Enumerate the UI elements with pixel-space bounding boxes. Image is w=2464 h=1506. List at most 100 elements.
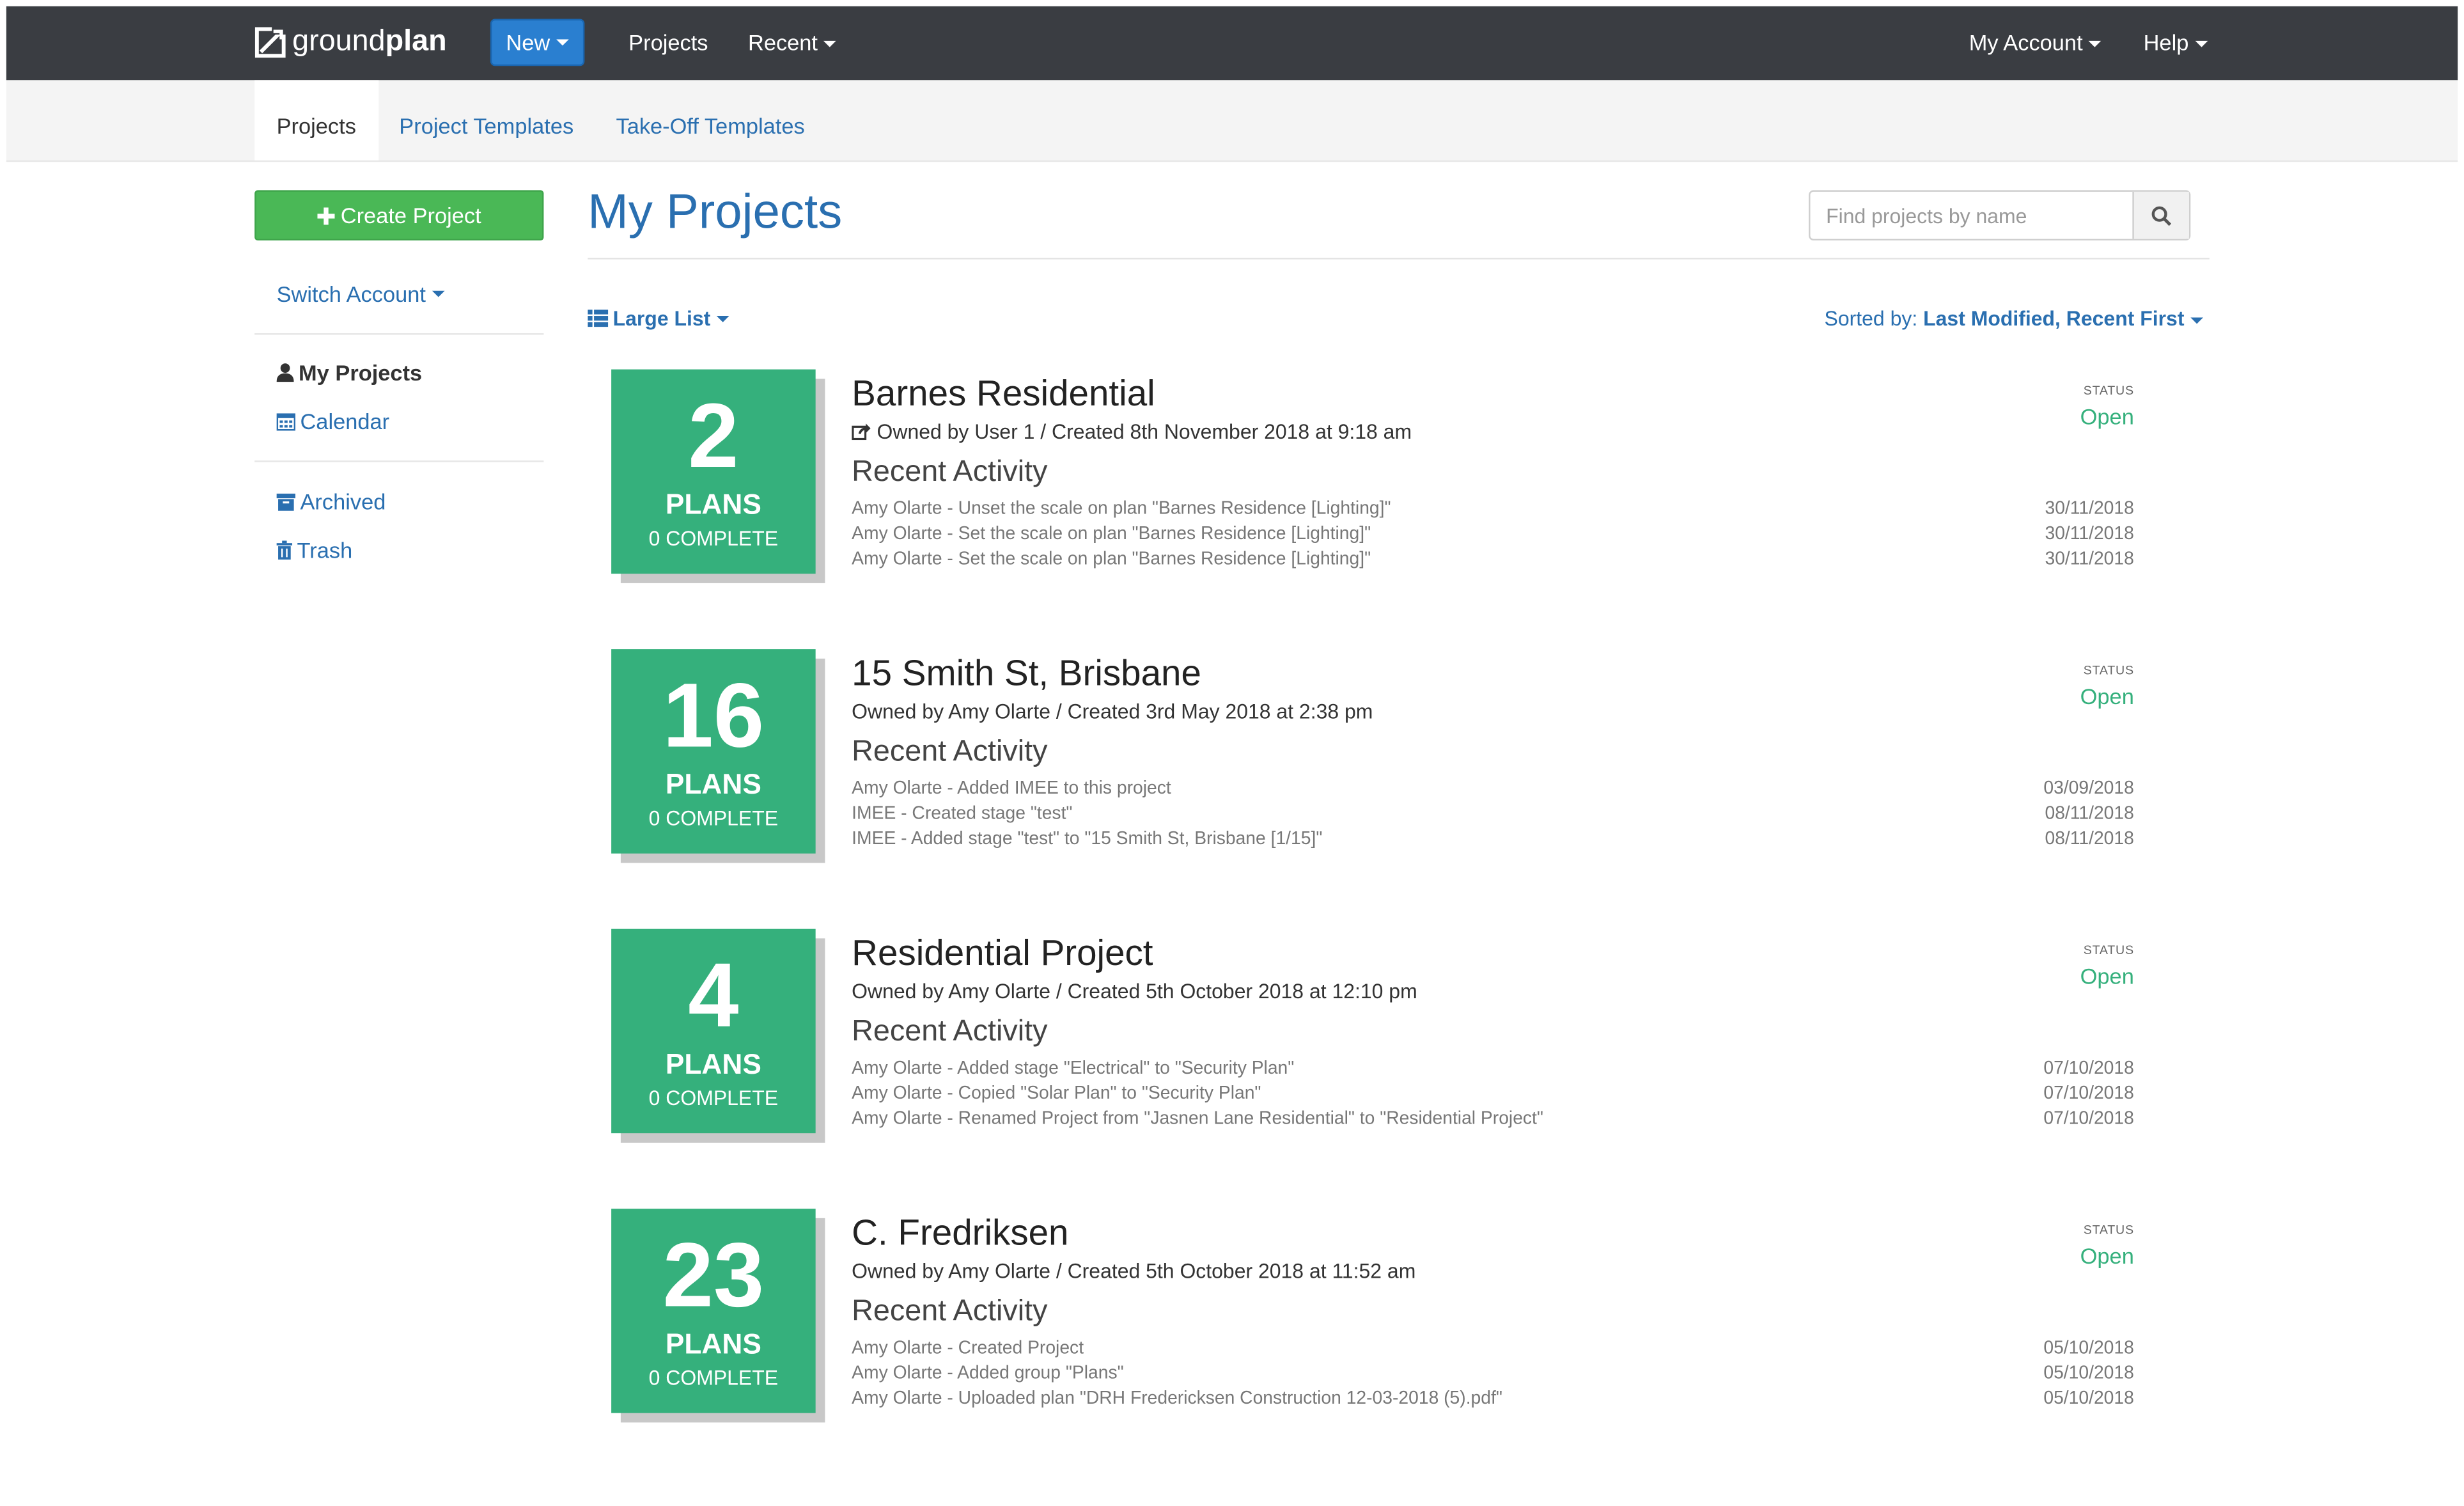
- sidebar-item-archived[interactable]: Archived: [276, 489, 386, 514]
- sort-dropdown[interactable]: Sorted by: Last Modified, Recent First: [1825, 306, 2203, 330]
- top-navbar: ground plan New Projects Recent My Accoun…: [6, 6, 2458, 81]
- activity-item: Amy Olarte - Set the scale on plan "Barn…: [852, 524, 1371, 544]
- nav-recent-dropdown[interactable]: Recent: [748, 30, 837, 55]
- brand-name-light: ground: [292, 25, 386, 58]
- project-owner: Owned by Amy Olarte / Created 5th Octobe…: [852, 1259, 1415, 1283]
- complete-count: 0 COMPLETE: [648, 806, 779, 830]
- plans-count: 4: [688, 945, 739, 1047]
- calendar-icon: [276, 413, 296, 431]
- tab-takeoff-templates[interactable]: Take-Off Templates: [616, 80, 804, 160]
- project-title[interactable]: C. Fredriksen: [852, 1212, 1068, 1254]
- list-icon: [588, 310, 609, 327]
- view-mode-label: Large List: [612, 306, 711, 331]
- activity-date: 05/10/2018: [2043, 1364, 2134, 1383]
- create-project-button[interactable]: Create Project: [254, 190, 544, 241]
- plans-count-tile[interactable]: 2 PLANS 0 COMPLETE: [611, 369, 816, 574]
- activity-date: 30/11/2018: [2045, 524, 2134, 544]
- project-owner-text: Owned by Amy Olarte / Created 3rd May 20…: [852, 699, 1373, 723]
- project-owner: Owned by Amy Olarte / Created 5th Octobe…: [852, 979, 1417, 1003]
- nav-projects-link[interactable]: Projects: [628, 30, 708, 55]
- activity-item: Amy Olarte - Renamed Project from "Jasne…: [852, 1110, 1543, 1129]
- project-owner-text: Owned by User 1 / Created 8th November 2…: [877, 420, 1412, 444]
- switch-account-label: Switch Account: [276, 281, 426, 307]
- new-button[interactable]: New: [490, 19, 585, 67]
- activity-date: 30/11/2018: [2045, 499, 2134, 519]
- plans-count-tile[interactable]: 4 PLANS 0 COMPLETE: [611, 929, 816, 1134]
- recent-activity-heading: Recent Activity: [852, 1015, 1048, 1049]
- activity-item: Amy Olarte - Copied "Solar Plan" to "Sec…: [852, 1084, 1261, 1104]
- project-title[interactable]: 15 Smith St, Brisbane: [852, 652, 1201, 694]
- activity-item: Amy Olarte - Uploaded plan "DRH Frederic…: [852, 1389, 1502, 1409]
- groundplan-logo-icon: [254, 26, 286, 58]
- view-mode-dropdown[interactable]: Large List: [588, 306, 729, 330]
- sidebar-item-calendar[interactable]: Calendar: [276, 409, 390, 434]
- activity-item: Amy Olarte - Added group "Plans": [852, 1364, 1124, 1383]
- sidebar-item-trash[interactable]: Trash: [276, 537, 353, 563]
- activity-date: 03/09/2018: [2043, 780, 2134, 799]
- plus-icon: [316, 207, 334, 224]
- project-title[interactable]: Residential Project: [852, 932, 1153, 975]
- plans-count-tile[interactable]: 16 PLANS 0 COMPLETE: [611, 649, 816, 854]
- complete-count: 0 COMPLETE: [648, 526, 779, 551]
- activity-item: Amy Olarte - Unset the scale on plan "Ba…: [852, 499, 1391, 519]
- plans-label: PLANS: [665, 1048, 761, 1080]
- caret-down-icon: [432, 290, 445, 297]
- archive-icon: [276, 492, 296, 510]
- search-input[interactable]: [1810, 191, 2133, 239]
- activity-date: 07/10/2018: [2043, 1084, 2134, 1104]
- switch-account-dropdown[interactable]: Switch Account: [277, 281, 445, 306]
- recent-activity-heading: Recent Activity: [852, 1295, 1048, 1328]
- tab-projects-label: Projects: [276, 113, 356, 139]
- nav-my-account-dropdown[interactable]: My Account: [1969, 29, 2102, 56]
- activity-item: Amy Olarte - Added IMEE to this project: [852, 780, 1171, 799]
- plans-label: PLANS: [665, 1328, 761, 1360]
- project-owner-text: Owned by Amy Olarte / Created 5th Octobe…: [852, 1259, 1416, 1283]
- project-owner: Owned by User 1 / Created 8th November 2…: [852, 420, 1412, 443]
- nav-help-dropdown[interactable]: Help: [2144, 30, 2208, 55]
- plans-count: 16: [662, 664, 765, 767]
- plans-count: 23: [662, 1224, 765, 1327]
- activity-item: Amy Olarte - Set the scale on plan "Barn…: [852, 550, 1371, 569]
- new-button-label: New: [506, 29, 550, 56]
- caret-down-icon: [2190, 317, 2203, 324]
- nav-my-account-label: My Account: [1969, 29, 2083, 56]
- tab-project-templates[interactable]: Project Templates: [399, 80, 573, 160]
- share-icon: [852, 423, 871, 441]
- sub-navbar: Projects Project Templates Take-Off Temp…: [6, 80, 2458, 162]
- project-card[interactable]: 23 PLANS 0 COMPLETE C. Fredriksen Owned …: [611, 1209, 2139, 1429]
- complete-count: 0 COMPLETE: [648, 1086, 779, 1110]
- user-icon: [276, 363, 294, 382]
- project-owner: Owned by Amy Olarte / Created 3rd May 20…: [852, 700, 1373, 723]
- brand-name-bold: plan: [385, 25, 447, 58]
- activity-date: 08/11/2018: [2045, 829, 2134, 849]
- sidebar-item-my-projects[interactable]: My Projects: [276, 360, 422, 385]
- nav-recent-label: Recent: [747, 29, 818, 56]
- caret-down-icon: [2195, 41, 2208, 48]
- activity-item: IMEE - Added stage "test" to "15 Smith S…: [852, 829, 1323, 849]
- status-label: STATUS: [2083, 663, 2134, 678]
- activity-date: 07/10/2018: [2043, 1110, 2134, 1129]
- sidebar-calendar-label: Calendar: [300, 409, 390, 434]
- project-card[interactable]: 16 PLANS 0 COMPLETE 15 Smith St, Brisban…: [611, 649, 2139, 869]
- project-card[interactable]: 4 PLANS 0 COMPLETE Residential Project O…: [611, 929, 2139, 1149]
- recent-activity-heading: Recent Activity: [852, 455, 1048, 489]
- plans-label: PLANS: [665, 489, 761, 521]
- status-label: STATUS: [2083, 383, 2134, 398]
- tab-project-templates-label: Project Templates: [399, 113, 574, 139]
- plans-count: 2: [688, 385, 739, 487]
- project-title[interactable]: Barnes Residential: [852, 373, 1155, 415]
- caret-down-icon: [717, 315, 729, 322]
- project-card[interactable]: 2 PLANS 0 COMPLETE Barnes Residential Ow…: [611, 369, 2139, 590]
- status-badge: Open: [2080, 404, 2134, 430]
- recent-activity-heading: Recent Activity: [852, 735, 1048, 769]
- status-badge: Open: [2080, 1243, 2134, 1269]
- search-button[interactable]: [2132, 191, 2189, 239]
- tab-takeoff-templates-label: Take-Off Templates: [616, 113, 805, 139]
- create-project-label: Create Project: [340, 203, 481, 228]
- app-window: ground plan New Projects Recent My Accoun…: [6, 6, 2458, 1506]
- brand-logo[interactable]: ground plan: [254, 25, 447, 59]
- plans-count-tile[interactable]: 23 PLANS 0 COMPLETE: [611, 1209, 816, 1413]
- tab-projects[interactable]: Projects: [254, 80, 378, 161]
- status-badge: Open: [2080, 684, 2134, 709]
- sidebar-trash-label: Trash: [297, 537, 353, 563]
